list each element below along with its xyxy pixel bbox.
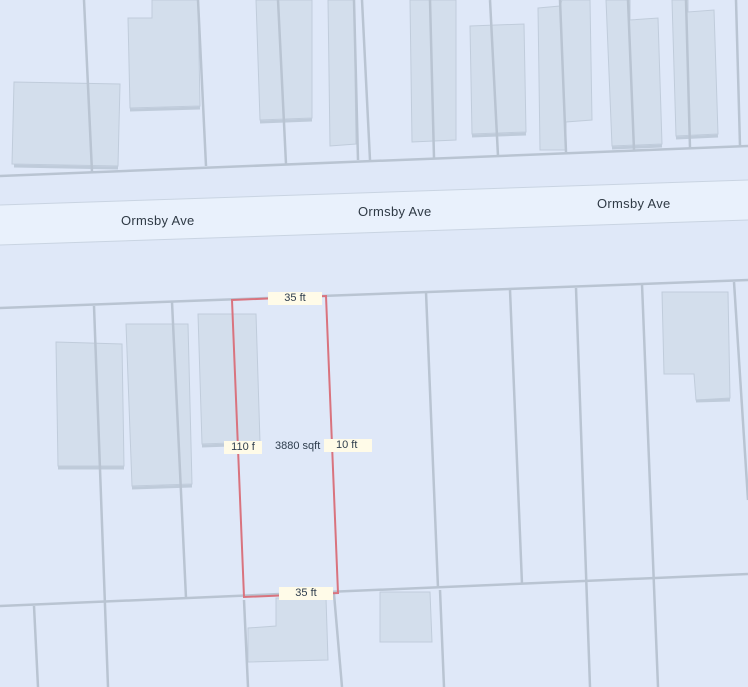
building [127, 0, 201, 109]
building [55, 341, 125, 467]
map-canvas[interactable] [0, 0, 748, 687]
street-label-ormsby-ave-east: Ormsby Ave [597, 196, 671, 211]
building [125, 323, 193, 487]
lot-lines-south [0, 278, 748, 687]
building [469, 23, 527, 135]
parcel-depth-left-label: 110 f [224, 441, 262, 454]
parcel-map[interactable]: Ormsby Ave Ormsby Ave Ormsby Ave 35 ft 1… [0, 0, 748, 687]
building [327, 0, 357, 147]
building [247, 597, 329, 663]
building [379, 591, 433, 643]
building [661, 291, 731, 401]
building [11, 81, 121, 167]
parcel-frontage-bottom-label: 35 ft [279, 587, 333, 600]
building [197, 313, 261, 445]
parcel-frontage-top-label: 35 ft [268, 292, 322, 305]
street-label-ormsby-ave-center: Ormsby Ave [358, 204, 432, 219]
building [671, 0, 719, 137]
parcel-area-label: 3880 sqft [275, 440, 321, 452]
buildings-south [55, 291, 731, 663]
parcel-depth-right-label: 10 ft [324, 439, 372, 452]
street-label-ormsby-ave-west: Ormsby Ave [121, 213, 195, 228]
